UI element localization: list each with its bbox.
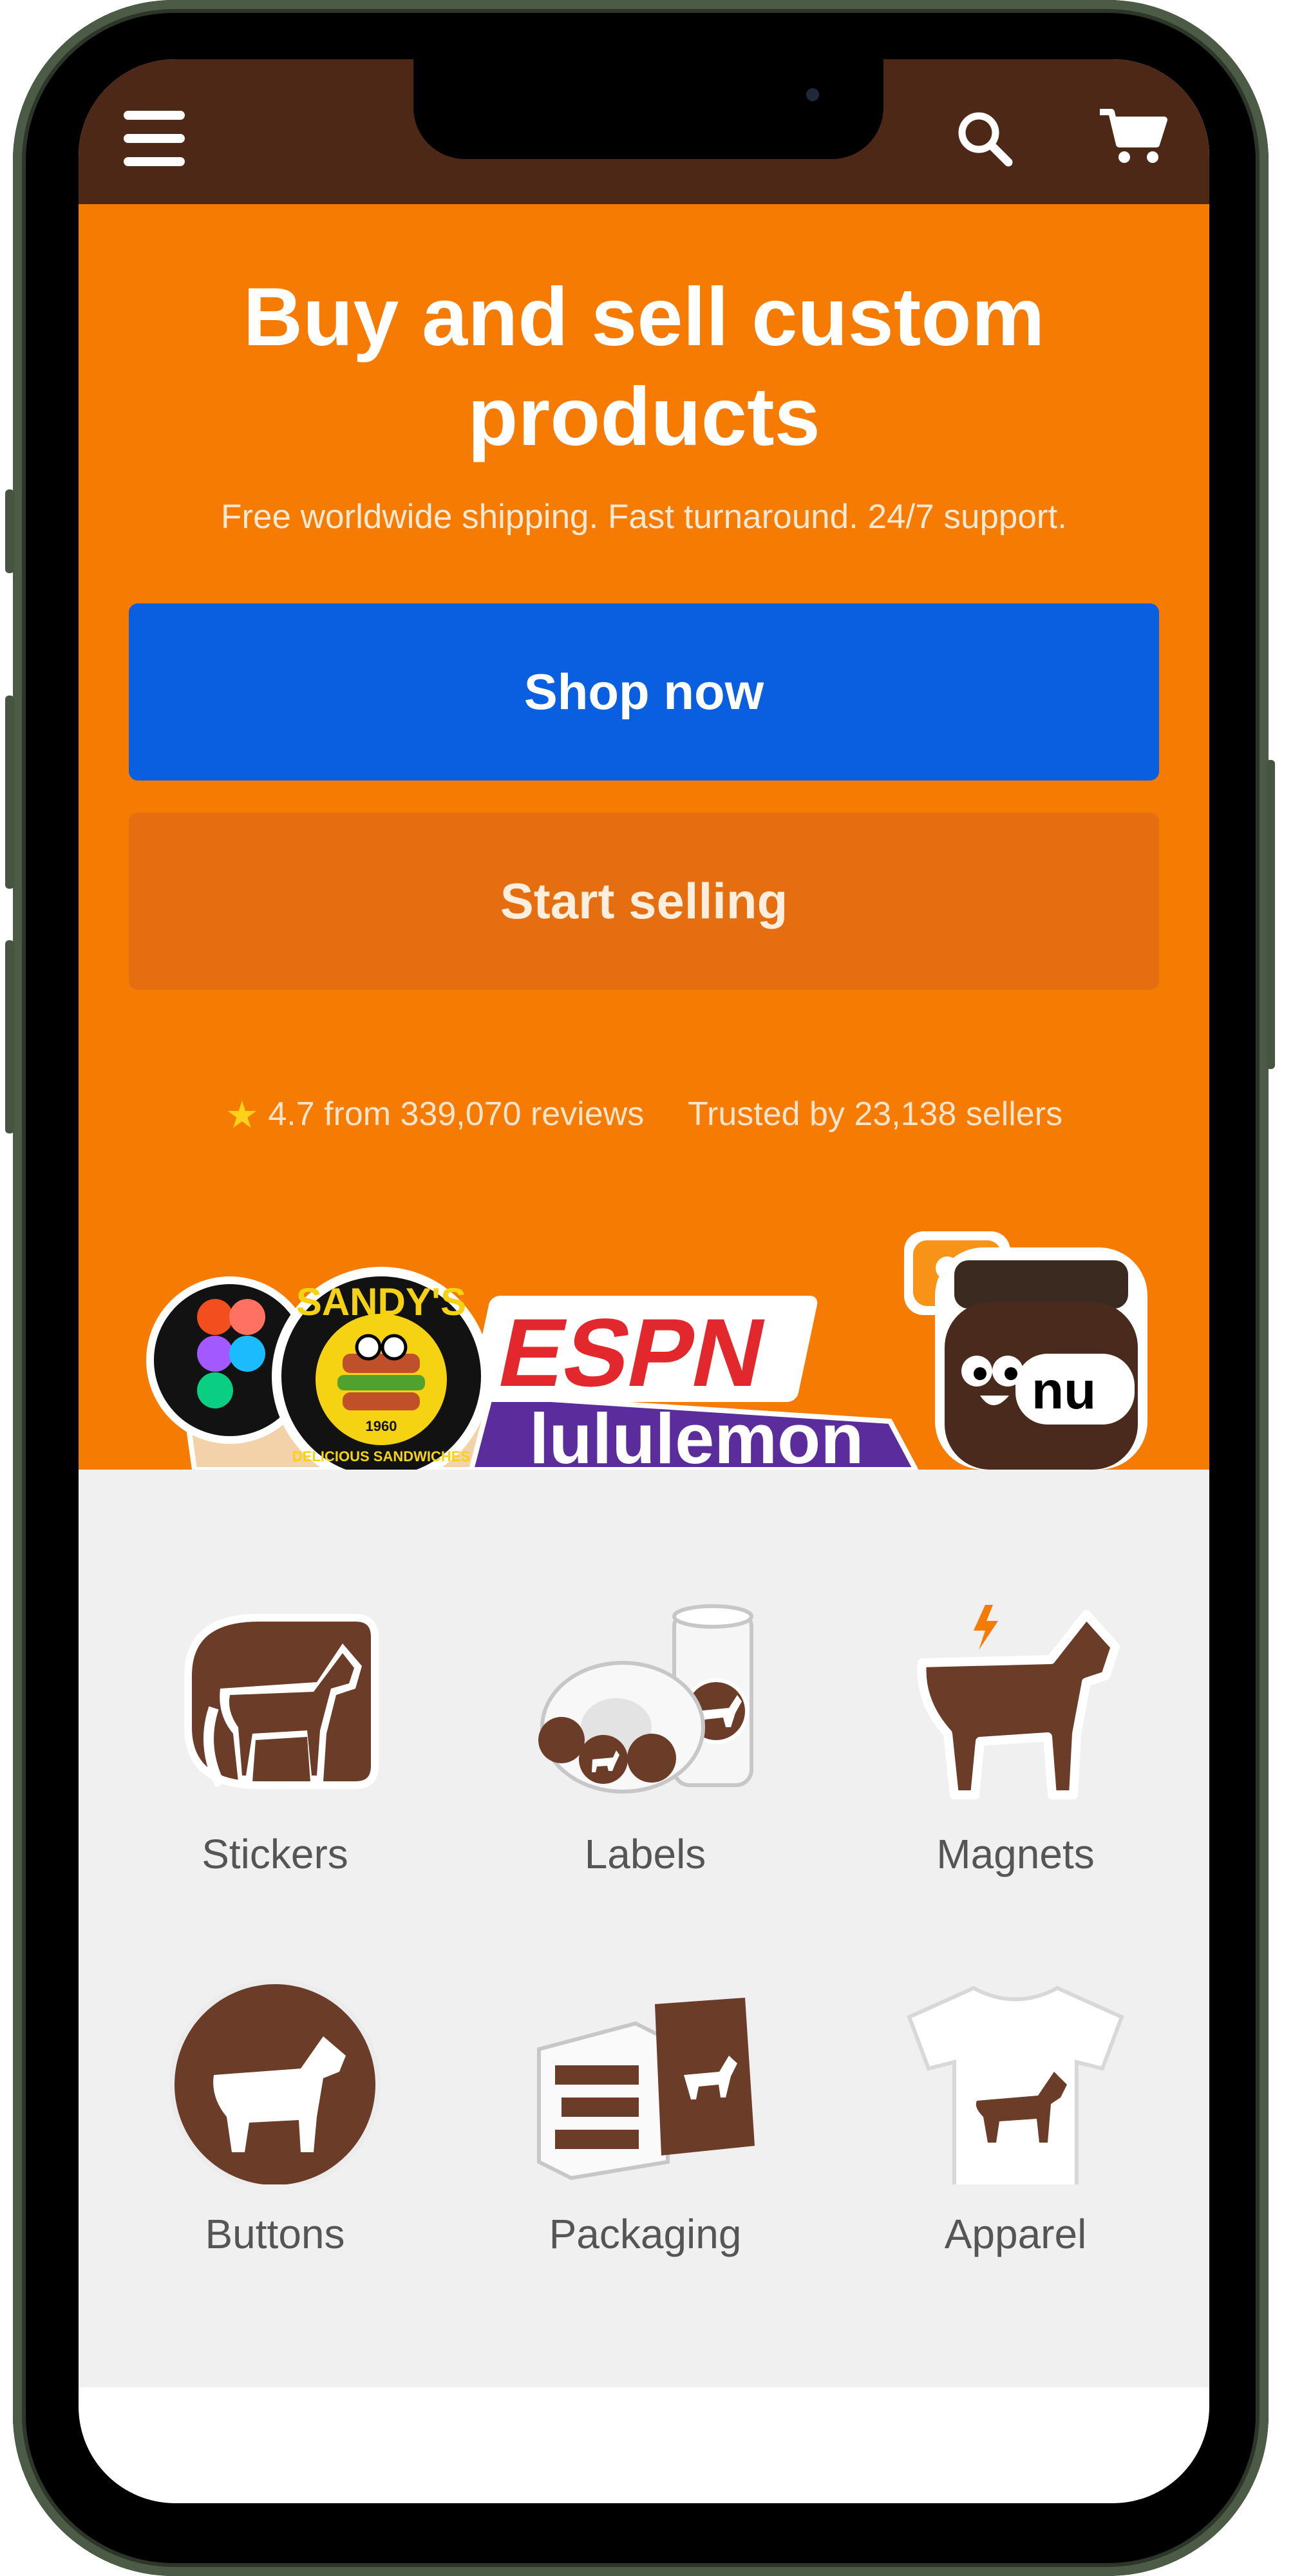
- sandys-year: 1960: [366, 1418, 397, 1434]
- hero-title-line2: products: [467, 371, 820, 463]
- category-grid: Stickers Labels Magnets Buttons Packagin…: [79, 1470, 1209, 2387]
- category-packaging[interactable]: Packaging: [500, 1978, 790, 2300]
- category-labels[interactable]: Labels: [500, 1598, 790, 1920]
- labels-icon: [538, 1604, 753, 1794]
- phone-notch: [413, 59, 883, 159]
- apparel-icon: [907, 1985, 1124, 2184]
- sticker-collage: lululemon ESPN SANDY'S 1960 DELICIOUS SA…: [146, 1231, 1147, 1470]
- category-apparel[interactable]: Apparel: [871, 1978, 1160, 2300]
- category-stickers[interactable]: Stickers: [130, 1598, 420, 1920]
- menu-icon[interactable]: [124, 111, 185, 166]
- search-icon[interactable]: [952, 106, 1016, 170]
- rating-text: 4.7 from 339,070 reviews: [268, 1095, 645, 1133]
- category-label: Apparel: [944, 2211, 1087, 2257]
- shop-now-button[interactable]: Shop now: [129, 603, 1159, 781]
- hero-title: Buy and sell custom products: [79, 267, 1209, 467]
- category-label: Magnets: [936, 1831, 1095, 1877]
- sandys-text: SANDY'S: [296, 1280, 466, 1323]
- lululemon-text: lululemon: [529, 1399, 864, 1470]
- phone-power-button: [1266, 760, 1275, 1069]
- nutella-sticker: nu: [935, 1247, 1147, 1470]
- category-label: Stickers: [202, 1831, 348, 1877]
- nutella-text: nu: [1032, 1361, 1096, 1420]
- social-proof: ★ 4.7 from 339,070 reviews Trusted by 23…: [79, 1093, 1209, 1137]
- sandys-tagline: DELICIOUS SANDWICHES: [292, 1448, 470, 1464]
- category-label: Packaging: [549, 2211, 742, 2257]
- magnets-icon: [917, 1605, 1120, 1799]
- category-buttons[interactable]: Buttons: [130, 1978, 420, 2300]
- category-label: Labels: [584, 1831, 706, 1877]
- packaging-icon: [537, 1998, 755, 2181]
- hero-subtitle: Free worldwide shipping. Fast turnaround…: [221, 498, 1067, 536]
- espn-sticker: ESPN: [469, 1296, 818, 1407]
- phone-volume-up: [5, 696, 14, 889]
- buttons-icon: [169, 1979, 381, 2184]
- phone-mute-switch: [5, 489, 14, 573]
- hero-title-line1: Buy and sell custom: [243, 271, 1045, 363]
- phone-screen: Buy and sell custom products Free worldw…: [79, 59, 1209, 2503]
- sandys-sticker: SANDY'S 1960 DELICIOUS SANDWICHES: [272, 1267, 491, 1470]
- phone-volume-down: [5, 940, 14, 1133]
- star-icon: ★: [225, 1094, 259, 1136]
- stickers-icon: [184, 1614, 379, 1789]
- espn-text: ESPN: [489, 1300, 775, 1407]
- hero-section: Buy and sell custom products Free worldw…: [79, 204, 1209, 1470]
- camera-icon: [806, 88, 819, 101]
- start-selling-button[interactable]: Start selling: [129, 813, 1159, 990]
- category-magnets[interactable]: Magnets: [871, 1598, 1160, 1920]
- trusted-text: Trusted by 23,138 sellers: [688, 1095, 1063, 1133]
- cart-icon[interactable]: [1097, 104, 1168, 169]
- category-label: Buttons: [205, 2211, 345, 2257]
